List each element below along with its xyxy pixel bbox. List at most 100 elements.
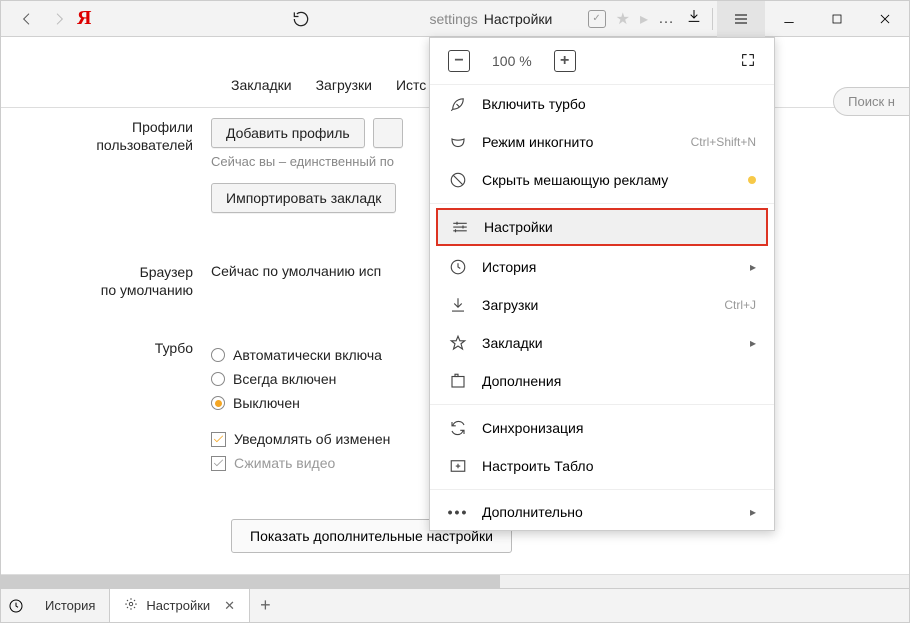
section-label: Профили пользователей: [1, 118, 211, 213]
menu-item-label: Дополнения: [482, 373, 561, 389]
main-menu-dropdown: − 100 % + Включить турбо Режим инкогнито…: [429, 37, 775, 531]
hamburger-menu-button[interactable]: [717, 1, 765, 37]
horizontal-scrollbar[interactable]: [1, 574, 909, 588]
tab-label: История: [45, 598, 95, 613]
address-text: settings Настройки: [429, 11, 552, 27]
yandex-logo[interactable]: Я: [77, 7, 91, 30]
tab-label: Настройки: [146, 598, 210, 613]
menu-item-label: Режим инкогнито: [482, 134, 593, 150]
browser-toolbar: Я settings Настройки ✓ ★ ▸ …: [1, 1, 909, 37]
menu-downloads[interactable]: Загрузки Ctrl+J: [430, 286, 774, 324]
address-bar[interactable]: settings Настройки: [291, 9, 587, 29]
menu-bookmarks[interactable]: Закладки ▸: [430, 324, 774, 362]
address-path: settings: [429, 11, 477, 27]
tab-history[interactable]: Истс: [396, 77, 426, 93]
radio-label: Выключен: [233, 395, 300, 411]
clock-icon: [448, 258, 468, 276]
chevron-right-icon: ▸: [750, 336, 756, 350]
close-tab-icon[interactable]: ✕: [224, 598, 235, 614]
tab-history[interactable]: История: [31, 589, 110, 622]
zoom-value: 100 %: [492, 53, 532, 69]
bottom-tabstrip: История Настройки ✕ +: [1, 588, 909, 622]
menu-item-label: Настройки: [484, 219, 553, 235]
menu-sync[interactable]: Синхронизация: [430, 409, 774, 447]
toolbar-left: Я: [1, 5, 91, 33]
menu-incognito[interactable]: Режим инкогнито Ctrl+Shift+N: [430, 123, 774, 161]
menu-more[interactable]: ••• Дополнительно ▸: [430, 494, 774, 530]
mask-icon: [448, 133, 468, 151]
shortcut-label: Ctrl+Shift+N: [691, 135, 756, 149]
gear-icon: [124, 597, 138, 614]
grid-plus-icon: [448, 457, 468, 475]
turbo-check-notify[interactable]: Уведомлять об изменен: [211, 431, 390, 447]
menu-tablo[interactable]: Настроить Табло: [430, 447, 774, 485]
turbo-radio-on[interactable]: Всегда включен: [211, 371, 390, 387]
puzzle-icon: [448, 372, 468, 390]
minimize-button[interactable]: [765, 1, 813, 37]
maximize-button[interactable]: [813, 1, 861, 37]
add-profile-button[interactable]: Добавить профиль: [211, 118, 365, 148]
zoom-controls: − 100 % +: [430, 38, 774, 85]
label-line1: Профили: [132, 119, 193, 135]
turbo-check-compress: Сжимать видео: [211, 455, 390, 471]
label-line1: Браузер: [140, 264, 193, 280]
close-button[interactable]: [861, 1, 909, 37]
menu-turbo[interactable]: Включить турбо: [430, 85, 774, 123]
new-tab-button[interactable]: +: [250, 595, 281, 616]
profile-extra-button[interactable]: [373, 118, 403, 148]
address-tail: ✓ ★ ▸ …: [588, 8, 702, 29]
chevron-right-icon: ▸: [750, 260, 756, 274]
section-label: Турбо: [1, 339, 211, 479]
label-line2: пользователей: [96, 137, 193, 153]
radio-label: Автоматически включа: [233, 347, 382, 363]
sliders-icon: [450, 218, 470, 236]
indicator-dot: [748, 176, 756, 184]
rocket-icon: [448, 95, 468, 113]
tab-downloads[interactable]: Загрузки: [316, 77, 372, 93]
forward-button[interactable]: [45, 5, 73, 33]
radio-label: Всегда включен: [233, 371, 336, 387]
zoom-in-button[interactable]: +: [554, 50, 576, 72]
chevron-right-icon: ▸: [750, 505, 756, 519]
menu-history[interactable]: История ▸: [430, 248, 774, 286]
menu-item-label: Дополнительно: [482, 504, 583, 520]
dots-icon: •••: [448, 504, 468, 520]
menu-hide-ads[interactable]: Скрыть мешающую рекламу: [430, 161, 774, 199]
zoom-out-button[interactable]: −: [448, 50, 470, 72]
downloads-icon[interactable]: [686, 8, 702, 29]
search-input[interactable]: Поиск н: [833, 87, 909, 116]
block-icon: [448, 171, 468, 189]
more-icon[interactable]: …: [658, 10, 676, 28]
star-icon: [448, 334, 468, 352]
tab-settings[interactable]: Настройки ✕: [110, 589, 250, 622]
label-line2: по умолчанию: [101, 282, 193, 298]
back-button[interactable]: [13, 5, 41, 33]
menu-item-label: История: [482, 259, 536, 275]
default-browser-text: Сейчас по умолчанию исп: [211, 263, 381, 299]
reload-icon[interactable]: [291, 9, 311, 29]
fullscreen-icon[interactable]: [740, 52, 756, 71]
download-icon: [448, 296, 468, 314]
menu-item-label: Закладки: [482, 335, 543, 351]
shortcut-label: Ctrl+J: [724, 298, 756, 312]
history-clock-icon[interactable]: [1, 598, 31, 614]
sync-icon: [448, 419, 468, 437]
shield-icon[interactable]: ✓: [588, 10, 606, 28]
import-bookmarks-button[interactable]: Импортировать закладк: [211, 183, 396, 213]
menu-item-label: Включить турбо: [482, 96, 586, 112]
menu-settings[interactable]: Настройки: [436, 208, 768, 246]
check-label: Сжимать видео: [234, 455, 335, 471]
turbo-radio-auto[interactable]: Автоматически включа: [211, 347, 390, 363]
section-label: Браузер по умолчанию: [1, 263, 211, 299]
menu-addons[interactable]: Дополнения: [430, 362, 774, 400]
check-label: Уведомлять об изменен: [234, 431, 390, 447]
turbo-radio-off[interactable]: Выключен: [211, 395, 390, 411]
menu-item-label: Настроить Табло: [482, 458, 594, 474]
star-icon[interactable]: ★: [616, 9, 630, 29]
window-controls: [717, 1, 909, 37]
address-title: Настройки: [484, 11, 553, 27]
profile-hint: Сейчас вы – единственный по: [211, 154, 403, 169]
menu-item-label: Синхронизация: [482, 420, 583, 436]
tab-bookmarks[interactable]: Закладки: [231, 77, 292, 93]
menu-item-label: Загрузки: [482, 297, 538, 313]
